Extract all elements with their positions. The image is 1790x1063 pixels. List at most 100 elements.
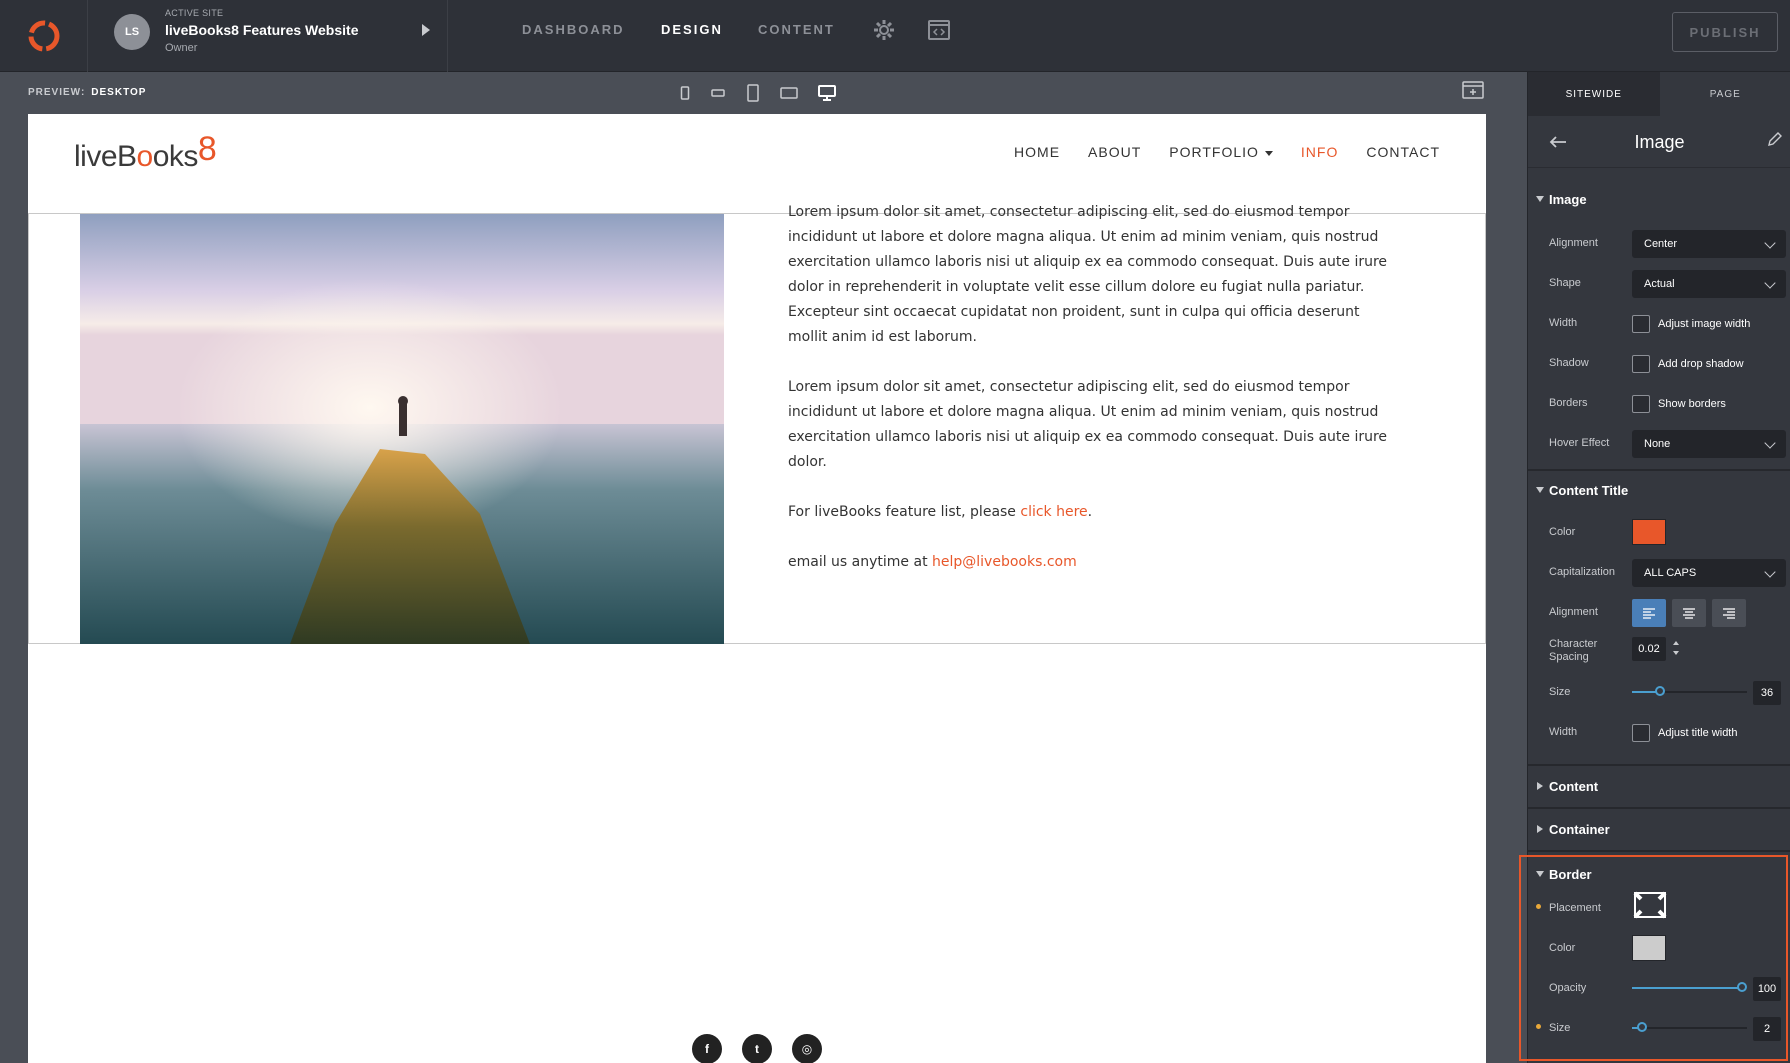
align-right-button[interactable] (1712, 599, 1746, 627)
twitter-icon[interactable]: t (742, 1034, 772, 1063)
top-bar: LS ACTIVE SITE liveBooks8 Features Websi… (0, 0, 1790, 72)
pencil-icon[interactable] (1766, 130, 1784, 148)
site-logo[interactable]: liveBooks8 (74, 130, 217, 175)
tab-content[interactable]: CONTENT (758, 22, 835, 37)
section-image-header[interactable]: Image (1528, 180, 1790, 220)
align-left-button[interactable] (1632, 599, 1666, 627)
show-borders-checkbox[interactable] (1632, 395, 1650, 413)
image-shape-select[interactable]: Actual (1632, 270, 1786, 298)
publish-button[interactable]: PUBLISH (1672, 12, 1778, 52)
tablet-portrait-icon[interactable] (742, 82, 764, 104)
show-borders-label: Show borders (1658, 398, 1726, 410)
title-width-label: Width (1549, 726, 1578, 738)
adjust-title-width-checkbox[interactable] (1632, 724, 1650, 742)
hero-image[interactable] (80, 214, 724, 644)
capitalization-select[interactable]: ALL CAPS (1632, 559, 1786, 587)
dropdown-caret-icon (1264, 150, 1273, 156)
desktop-icon[interactable] (816, 82, 838, 104)
image-alignment-select[interactable]: Center (1632, 230, 1786, 258)
play-arrow-icon[interactable] (422, 24, 430, 36)
modified-indicator (1536, 1024, 1541, 1029)
tab-sitewide[interactable]: SITEWIDE (1528, 72, 1660, 116)
tab-design[interactable]: DESIGN (661, 22, 723, 37)
gear-icon[interactable] (872, 18, 896, 42)
site-header: liveBooks8 HOME ABOUT PORTFOLIO INFO CON… (28, 114, 1486, 214)
section-border-header[interactable]: Border (1528, 855, 1790, 895)
expand-triangle-icon (1537, 825, 1543, 833)
preview-mode-label: PREVIEW: DESKTOP (28, 87, 147, 98)
email-line: email us anytime at help@livebooks.com (788, 554, 1077, 570)
shape-label: Shape (1549, 277, 1581, 289)
nav-contact[interactable]: CONTACT (1366, 144, 1440, 160)
panel-title: Image (1634, 132, 1685, 152)
instagram-icon[interactable]: ◎ (792, 1034, 822, 1063)
preview-mode-value: DESKTOP (91, 87, 147, 98)
border-color-swatch[interactable] (1632, 935, 1666, 961)
content-text: Lorem ipsum dolor sit amet, consectetur … (788, 200, 1388, 600)
drop-shadow-label: Add drop shadow (1658, 358, 1744, 370)
panel-tabs: SITEWIDE PAGE (1528, 72, 1790, 116)
app-window: LS ACTIVE SITE liveBooks8 Features Websi… (0, 0, 1790, 1063)
title-size-knob[interactable] (1655, 686, 1665, 696)
border-size-value[interactable]: 2 (1753, 1017, 1781, 1041)
phone-portrait-icon[interactable] (674, 82, 696, 104)
opacity-knob[interactable] (1737, 982, 1747, 992)
paragraph-1: Lorem ipsum dolor sit amet, consectetur … (788, 204, 1388, 345)
section-content-header[interactable]: Content (1528, 767, 1790, 807)
border-placement-icon[interactable] (1632, 890, 1668, 920)
title-color-label: Color (1549, 526, 1576, 538)
hover-effect-select[interactable]: None (1632, 430, 1786, 458)
active-site-label: ACTIVE SITE (165, 8, 224, 18)
active-site-switcher[interactable]: LS ACTIVE SITE liveBooks8 Features Websi… (88, 0, 448, 72)
email-link[interactable]: help@livebooks.com (932, 554, 1077, 570)
border-size-label: Size (1549, 1022, 1571, 1034)
feature-line: For liveBooks feature list, please click… (788, 504, 1093, 520)
nav-about[interactable]: ABOUT (1088, 144, 1141, 160)
title-size-value[interactable]: 36 (1753, 681, 1781, 705)
character-spacing-input[interactable]: 0.02 (1632, 637, 1666, 661)
border-size-knob[interactable] (1637, 1022, 1647, 1032)
code-editor-icon[interactable] (927, 18, 951, 42)
modified-indicator (1536, 904, 1541, 909)
chevron-down-icon (1764, 437, 1776, 449)
nav-portfolio[interactable]: PORTFOLIO (1169, 144, 1273, 160)
website-preview-canvas: liveBooks8 HOME ABOUT PORTFOLIO INFO CON… (28, 114, 1486, 1063)
adjust-image-width-checkbox[interactable] (1632, 315, 1650, 333)
collapse-triangle-icon (1536, 196, 1544, 202)
title-size-label: Size (1549, 686, 1571, 698)
border-size-track[interactable] (1632, 1027, 1747, 1029)
placement-label: Placement (1549, 902, 1601, 914)
chevron-down-icon (1764, 237, 1776, 249)
stepper-arrows-icon[interactable] (1672, 638, 1680, 658)
chevron-down-icon (1764, 277, 1776, 289)
opacity-label: Opacity (1549, 982, 1587, 994)
title-color-swatch[interactable] (1632, 519, 1666, 545)
app-logo[interactable] (0, 0, 88, 72)
collapse-triangle-icon (1536, 487, 1544, 493)
width-label: Width (1549, 317, 1578, 329)
adjust-title-width-label: Adjust title width (1658, 727, 1738, 739)
capitalization-label: Capitalization (1549, 566, 1616, 578)
section-content-title-header[interactable]: Content Title (1528, 471, 1790, 511)
facebook-icon[interactable]: f (692, 1034, 722, 1063)
paragraph-2: Lorem ipsum dolor sit amet, consectetur … (788, 379, 1388, 470)
opacity-value[interactable]: 100 (1753, 977, 1781, 1001)
tab-page[interactable]: PAGE (1659, 72, 1790, 116)
borders-label: Borders (1549, 397, 1588, 409)
nav-info[interactable]: INFO (1301, 144, 1338, 160)
tablet-landscape-icon[interactable] (778, 82, 800, 104)
add-section-icon[interactable] (1462, 81, 1484, 99)
livebooks-logo-icon (28, 20, 59, 52)
character-spacing-label: Character Spacing (1549, 638, 1598, 663)
panel-header: Image (1528, 116, 1790, 168)
divider (1528, 807, 1790, 809)
tab-dashboard[interactable]: DASHBOARD (522, 22, 625, 37)
expand-triangle-icon (1537, 782, 1543, 790)
align-center-button[interactable] (1672, 599, 1706, 627)
feature-list-link[interactable]: click here (1020, 504, 1087, 520)
avatar: LS (114, 14, 150, 50)
nav-home[interactable]: HOME (1014, 144, 1060, 160)
phone-landscape-icon[interactable] (707, 82, 729, 104)
section-container-header[interactable]: Container (1528, 810, 1790, 850)
drop-shadow-checkbox[interactable] (1632, 355, 1650, 373)
